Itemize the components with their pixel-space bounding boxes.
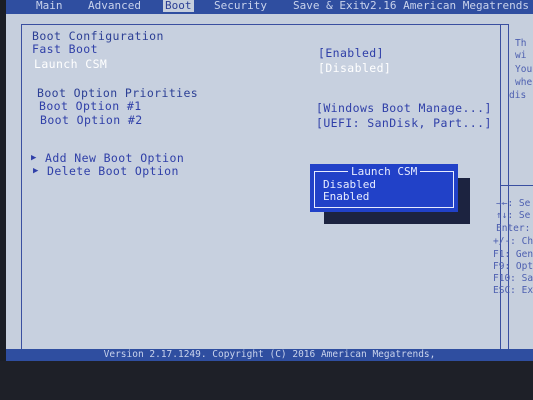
launch-csm-label[interactable]: Launch CSM — [34, 58, 107, 71]
help-section-divider — [501, 185, 533, 186]
help-key-line: Enter: — [496, 223, 531, 234]
launch-csm-value[interactable]: [Disabled] — [318, 62, 391, 75]
popup-title: Launch CSM — [348, 165, 421, 178]
submenu-arrow-icon: ▶ — [33, 166, 39, 176]
bios-screen: Main Advanced Boot Security Save & Exit … — [6, 0, 533, 372]
popup-option-enabled[interactable]: Enabled — [323, 190, 369, 203]
help-text-line: You — [515, 64, 533, 75]
help-panel-divider — [500, 24, 501, 350]
help-text-line: whe — [515, 77, 533, 88]
help-key-line: F10: Sav — [493, 273, 533, 284]
help-text-line: Th — [515, 38, 527, 49]
help-text-line: dis — [509, 90, 527, 101]
help-key-line: F1: Gen — [493, 249, 533, 260]
version-footer: Version 2.17.1249. Copyright (C) 2016 Am… — [6, 349, 533, 361]
help-key-line: +/-: Ch — [493, 236, 533, 247]
help-key-line: ↑↓: Se — [496, 210, 531, 221]
monitor-bezel — [0, 361, 533, 400]
tab-boot[interactable]: Boot — [163, 0, 194, 12]
launch-csm-popup: Launch CSM Disabled Enabled — [310, 164, 458, 212]
tab-security[interactable]: Security — [212, 0, 269, 12]
fast-boot-label[interactable]: Fast Boot — [32, 43, 98, 56]
tab-bar: Main Advanced Boot Security Save & Exit … — [6, 0, 533, 14]
tab-advanced[interactable]: Advanced — [86, 0, 143, 12]
help-key-line: ESC: Ex — [493, 285, 533, 296]
help-key-line: →←: Se — [496, 198, 531, 209]
boot-option-1-label[interactable]: Boot Option #1 — [39, 100, 142, 113]
submenu-arrow-icon: ▶ — [31, 153, 37, 163]
help-key-line: F9: Opt — [493, 261, 533, 272]
delete-boot-option-link[interactable]: Delete Boot Option — [47, 165, 179, 178]
help-text-line: wi — [515, 50, 527, 61]
vendor-header: v2.16 American Megatrends — [363, 0, 529, 12]
tab-save-exit[interactable]: Save & Exit — [291, 0, 368, 12]
tab-main[interactable]: Main — [34, 0, 65, 12]
boot-option-2-value[interactable]: [UEFI: SanDisk, Part...] — [316, 117, 492, 130]
boot-option-1-value[interactable]: [Windows Boot Manage...] — [316, 102, 492, 115]
fast-boot-value[interactable]: [Enabled] — [318, 47, 384, 60]
boot-option-2-label[interactable]: Boot Option #2 — [40, 114, 143, 127]
